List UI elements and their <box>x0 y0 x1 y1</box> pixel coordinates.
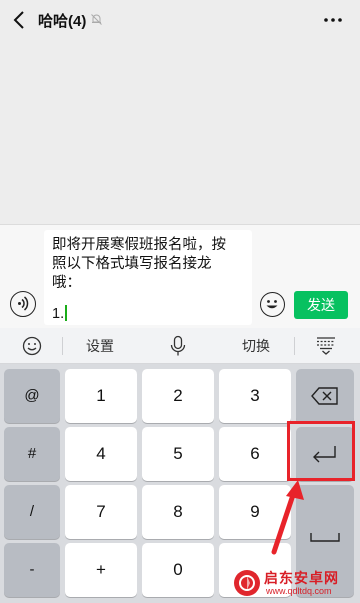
key-5[interactable]: 5 <box>142 427 214 481</box>
text-caret <box>65 305 67 321</box>
key-9[interactable]: 9 <box>219 485 291 539</box>
ime-voice-button[interactable] <box>158 328 198 364</box>
key-slash[interactable]: / <box>4 485 60 539</box>
ime-hide-button[interactable] <box>306 328 346 364</box>
message-input[interactable]: 即将开展寒假班报名啦，按 照以下格式填写报名接龙 哦： 1. <box>44 230 252 325</box>
key-minus[interactable]: - <box>4 543 60 597</box>
key-1[interactable]: 1 <box>65 369 137 423</box>
numeric-keyboard: @ 1 2 3 # 4 5 6 / 7 8 9 - + 0 . <box>0 364 360 603</box>
more-options-button[interactable] <box>320 11 346 29</box>
emoji-button[interactable] <box>260 292 285 317</box>
key-at[interactable]: @ <box>4 369 60 423</box>
key-8[interactable]: 8 <box>142 485 214 539</box>
back-button[interactable] <box>10 9 30 31</box>
input-entry-line: 1. <box>52 306 65 322</box>
chevron-left-icon <box>13 11 24 29</box>
voice-button[interactable] <box>10 291 36 317</box>
space-key[interactable] <box>296 485 354 597</box>
ime-settings-button[interactable]: 设置 <box>70 328 130 364</box>
input-bar: 即将开展寒假班报名啦，按 照以下格式填写报名接龙 哦： 1. 发送 <box>0 224 360 328</box>
input-line-2: 照以下格式填写报名接龙 <box>52 256 212 272</box>
voice-icon <box>18 296 29 311</box>
backspace-icon <box>311 387 338 405</box>
key-0[interactable]: 0 <box>142 543 214 597</box>
space-icon <box>310 533 340 542</box>
key-dot[interactable]: . <box>219 543 291 597</box>
input-line-3: 哦： <box>52 275 81 291</box>
key-plus[interactable]: + <box>65 543 137 597</box>
key-7[interactable]: 7 <box>65 485 137 539</box>
ime-toolbar: 设置 切换 <box>0 328 360 364</box>
send-button[interactable]: 发送 <box>294 291 348 319</box>
key-6[interactable]: 6 <box>219 427 291 481</box>
key-hash[interactable]: # <box>4 427 60 481</box>
key-4[interactable]: 4 <box>65 427 137 481</box>
message-list[interactable] <box>0 40 360 224</box>
microphone-icon <box>170 335 186 356</box>
enter-key[interactable] <box>296 427 354 481</box>
input-line-1: 即将开展寒假班报名啦，按 <box>52 237 226 253</box>
key-3[interactable]: 3 <box>219 369 291 423</box>
more-dots-icon <box>324 18 342 22</box>
ime-switch-button[interactable]: 切换 <box>226 328 286 364</box>
emoji-icon <box>266 300 278 309</box>
chat-header: 哈哈(4) <box>0 0 360 40</box>
ime-emoji-button[interactable] <box>12 328 52 364</box>
backspace-key[interactable] <box>296 369 354 423</box>
enter-icon <box>313 446 336 463</box>
smiley-icon <box>22 336 42 356</box>
key-2[interactable]: 2 <box>142 369 214 423</box>
keyboard-hide-icon <box>317 337 335 355</box>
chat-title[interactable]: 哈哈(4) <box>38 10 86 31</box>
bell-off-icon <box>90 13 103 26</box>
